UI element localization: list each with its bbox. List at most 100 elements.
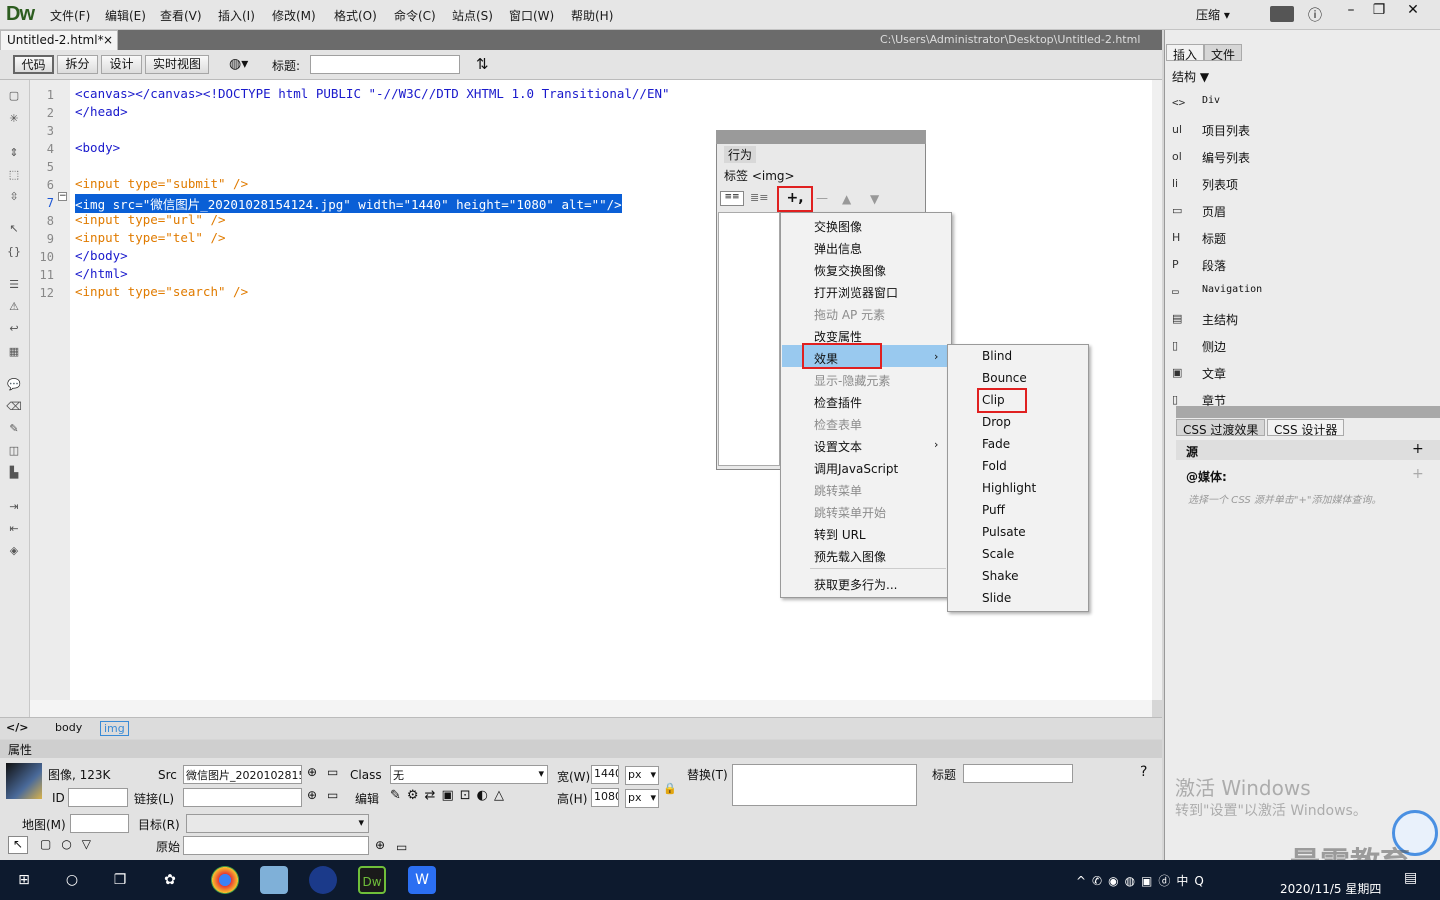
tag-body[interactable]: body (55, 721, 82, 734)
menu-item[interactable]: 显示-隐藏元素 (814, 372, 890, 389)
outdent-icon[interactable]: ⇤ (5, 522, 23, 537)
horizontal-scrollbar[interactable] (30, 700, 1152, 717)
menu-item[interactable]: 获取更多行为... (814, 576, 897, 593)
maximize-icon[interactable]: ❐ (1362, 0, 1396, 20)
extensions-icon[interactable] (1270, 6, 1294, 22)
split-view-button[interactable]: 拆分 (57, 55, 98, 74)
code-line[interactable]: <input type="tel" /> (75, 230, 226, 245)
apply-comment-icon[interactable]: 💬 (5, 378, 23, 393)
menu-item[interactable]: 跳转菜单 (814, 482, 862, 499)
menu-item[interactable]: 拖动 AP 元素 (814, 306, 885, 323)
code-view-icon[interactable]: </> (6, 721, 28, 734)
link-point-icon[interactable]: ⊕ (307, 788, 317, 802)
balance-braces-icon[interactable]: {} (5, 245, 23, 260)
edit-tools-icons[interactable]: ✎⚙⇄▣⊡◐△ (390, 788, 510, 803)
fold-toggle-icon[interactable]: − (58, 192, 67, 201)
src-input[interactable]: 微信图片_20201028154124.jpg (183, 765, 302, 784)
document-tab[interactable]: Untitled-2.html* × (0, 30, 118, 50)
menu-item[interactable]: 跳转菜单开始 (814, 504, 886, 521)
globe-icon[interactable]: ◍▾ (229, 56, 248, 72)
code-line[interactable]: <input type="submit" /> (75, 176, 248, 191)
title-field-input[interactable] (963, 764, 1073, 783)
remove-comment-icon[interactable]: ⌫ (5, 400, 23, 415)
effect-item[interactable]: Scale (982, 547, 1014, 561)
workspace-switcher[interactable]: 压缩 ▾ (1196, 6, 1230, 23)
vertical-scrollbar[interactable] (1152, 80, 1162, 700)
lock-icon[interactable]: 🔒 (663, 782, 677, 795)
code-line[interactable]: </body> (75, 248, 128, 263)
target-select[interactable]: ▾ (186, 814, 369, 833)
show-all-events-icon[interactable]: ≣≡ (750, 191, 768, 204)
live-view-button[interactable]: 实时视图 (145, 55, 209, 74)
tab-css-transitions[interactable]: CSS 过渡效果 (1176, 419, 1266, 437)
close-icon[interactable]: ✕ (1396, 0, 1430, 20)
menu-item[interactable]: 预先载入图像 (814, 548, 886, 565)
menu-format[interactable]: 格式(O) (334, 7, 377, 24)
chrome-icon[interactable] (211, 866, 239, 894)
insert-item[interactable]: ▯ 侧边 (1172, 338, 1432, 356)
word-wrap-icon[interactable]: ↩ (5, 322, 23, 337)
move-up-icon[interactable]: ▲ (842, 192, 851, 206)
select-parent-tag-icon[interactable]: ↖ (5, 222, 23, 237)
insert-category-select[interactable]: 结构 ▼ (1172, 68, 1209, 85)
menu-item[interactable]: 调用JavaScript (814, 460, 898, 477)
insert-item[interactable]: li 列表项 (1172, 176, 1432, 194)
menu-item[interactable]: 转到 URL (814, 526, 866, 543)
class-select[interactable]: 无 ▾ (390, 765, 548, 784)
menu-file[interactable]: 文件(F) (50, 7, 90, 24)
code-line[interactable]: <canvas></canvas><!DOCTYPE html PUBLIC "… (75, 86, 670, 101)
help-icon[interactable]: ? (1140, 764, 1147, 780)
height-unit-select[interactable]: px ▾ (625, 789, 659, 808)
alt-textarea[interactable] (732, 764, 917, 806)
collapse-tag-icon[interactable]: ⇕ (5, 146, 23, 161)
notepad-icon[interactable] (260, 866, 288, 894)
insert-item[interactable]: ▣ 文章 (1172, 365, 1432, 383)
code-line[interactable]: </head> (75, 104, 128, 119)
code-line[interactable]: <input type="url" /> (75, 212, 226, 227)
effect-item[interactable]: Fold (982, 459, 1007, 473)
add-media-icon[interactable]: + (1412, 466, 1424, 482)
menu-insert[interactable]: 插入(I) (218, 7, 255, 24)
menu-item[interactable]: 检查表单 (814, 416, 862, 433)
menu-help[interactable]: 帮助(H) (571, 7, 613, 24)
add-source-icon[interactable]: + (1412, 441, 1424, 457)
video-app-icon[interactable] (309, 866, 337, 894)
code-line[interactable]: <input type="search" /> (75, 284, 248, 299)
design-view-button[interactable]: 设计 (101, 55, 142, 74)
menu-item[interactable]: 检查插件 (814, 394, 862, 411)
show-code-navigator-icon[interactable]: ✳ (5, 112, 23, 127)
point-to-file-icon[interactable]: ⊕ (307, 765, 317, 779)
insert-item[interactable]: H 标题 (1172, 230, 1432, 248)
info-icon[interactable]: ⓘ (1308, 5, 1322, 25)
syntax-coloring-icon[interactable]: ▦ (5, 345, 23, 360)
hotspot-tools-icons[interactable]: ▢○▽ (40, 837, 101, 851)
menu-item[interactable]: 设置文本 (814, 438, 862, 455)
move-css-icon[interactable]: ▙ (5, 466, 23, 481)
dreamweaver-taskbar-icon[interactable]: Dw (358, 866, 386, 894)
map-input[interactable] (70, 814, 129, 833)
start-icon[interactable]: ⊞ (10, 866, 38, 894)
original-input[interactable] (183, 836, 369, 855)
line-numbers-icon[interactable]: ☰ (5, 278, 23, 293)
show-set-events-icon[interactable]: ≡≡ (720, 191, 744, 206)
effect-item[interactable]: Bounce (982, 371, 1027, 385)
code-line[interactable]: <body> (75, 140, 120, 155)
effect-item[interactable]: Drop (982, 415, 1011, 429)
wrap-tag-icon[interactable]: ✎ (5, 422, 23, 437)
effect-item[interactable]: Slide (982, 591, 1011, 605)
wps-icon[interactable]: W (408, 866, 436, 894)
tag-img[interactable]: img (100, 721, 129, 736)
insert-item[interactable]: ▤ 主结构 (1172, 311, 1432, 329)
width-input[interactable]: 1440 (591, 765, 619, 784)
remove-behavior-icon[interactable]: — (816, 191, 828, 205)
insert-item[interactable]: <> Div (1172, 95, 1432, 113)
collapse-selection-icon[interactable]: ⬚ (5, 168, 23, 183)
menu-item[interactable]: 交换图像 (814, 218, 862, 235)
menu-view[interactable]: 查看(V) (160, 7, 202, 24)
title-input[interactable] (310, 55, 460, 74)
effect-item[interactable]: Blind (982, 349, 1012, 363)
app-icon[interactable]: ✿ (156, 866, 184, 894)
recent-snippets-icon[interactable]: ◫ (5, 444, 23, 459)
menu-site[interactable]: 站点(S) (452, 7, 493, 24)
system-tray-icons[interactable]: ^✆◉◍▣ⓓ中Q (1076, 872, 1210, 889)
